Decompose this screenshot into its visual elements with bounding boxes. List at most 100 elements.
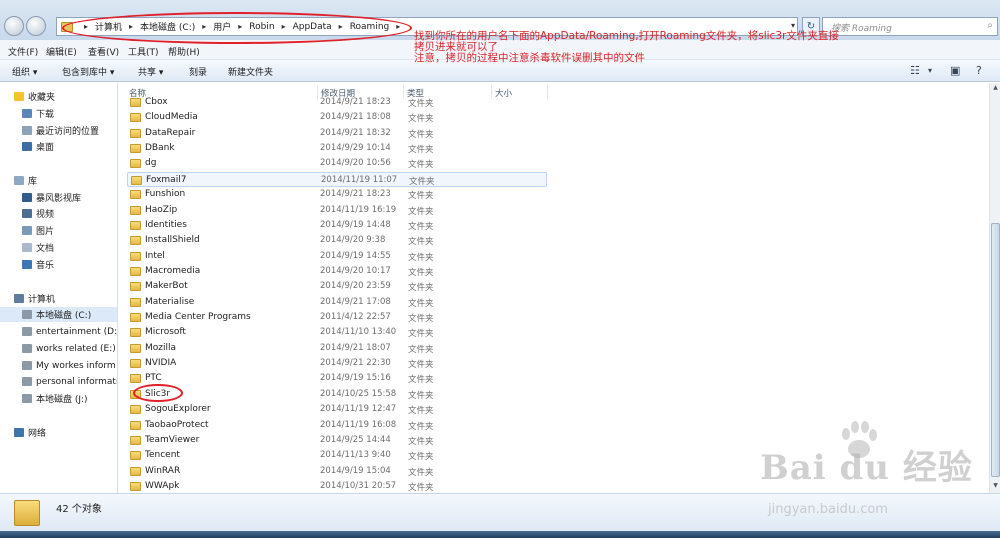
- file-date: 2014/9/20 10:17: [320, 265, 391, 276]
- file-row[interactable]: Tencent 2014/11/13 9:40 文件夹: [127, 448, 547, 463]
- file-row[interactable]: DBank 2014/9/29 10:14 文件夹: [127, 141, 547, 156]
- file-type: 文件夹: [409, 176, 435, 187]
- menu-edit[interactable]: 编辑(E): [46, 45, 77, 58]
- folder-icon: [130, 313, 141, 323]
- file-name: TeamViewer: [145, 434, 200, 445]
- organize-button[interactable]: 组织 ▾: [12, 65, 37, 78]
- file-row[interactable]: WWApk 2014/10/31 20:57 文件夹: [127, 479, 547, 493]
- file-row[interactable]: PTC 2014/9/19 15:16 文件夹: [127, 371, 547, 386]
- folder-icon: [130, 128, 141, 138]
- annotation-line-3: 注意，拷贝的过程中注意杀毒软件误删其中的文件: [414, 52, 645, 64]
- file-row[interactable]: CloudMedia 2014/9/21 18:08 文件夹: [127, 110, 547, 125]
- forward-button[interactable]: [26, 16, 46, 36]
- file-row[interactable]: TeamViewer 2014/9/25 14:44 文件夹: [127, 433, 547, 448]
- paw-logo-icon: [842, 421, 877, 458]
- folder-icon: [130, 451, 141, 461]
- file-row[interactable]: Materialise 2014/9/21 17:08 文件夹: [127, 295, 547, 310]
- file-type: 文件夹: [408, 390, 434, 401]
- folder-icon: [130, 435, 141, 445]
- help-icon[interactable]: ?: [976, 64, 982, 77]
- file-date: 2014/11/19 12:47: [320, 404, 397, 415]
- sidebar-item-network[interactable]: 网络: [14, 425, 46, 440]
- burn-button[interactable]: 刻录: [189, 65, 207, 78]
- menu-file[interactable]: 文件(F): [8, 45, 38, 58]
- document-icon: [22, 243, 32, 252]
- folder-icon: [130, 159, 141, 169]
- folder-icon: [130, 190, 141, 200]
- file-row[interactable]: Media Center Programs 2011/4/12 22:57 文件夹: [127, 310, 547, 325]
- sidebar-item-recent[interactable]: 最近访问的位置: [22, 123, 99, 138]
- file-row[interactable]: HaoZip 2014/11/19 16:19 文件夹: [127, 203, 547, 218]
- file-row[interactable]: Identities 2014/9/19 14:48 文件夹: [127, 218, 547, 233]
- menu-help[interactable]: 帮助(H): [168, 45, 200, 58]
- folder-icon: [130, 251, 141, 261]
- file-type: 文件夹: [408, 421, 434, 432]
- sidebar-item-video-library[interactable]: 暴风影视库: [22, 190, 81, 205]
- chevron-down-icon[interactable]: ▾: [791, 21, 795, 30]
- view-options-icon[interactable]: ☷: [910, 64, 920, 77]
- scroll-up-icon[interactable]: ▲: [991, 84, 1000, 94]
- sidebar-item-drive-g[interactable]: personal informati: [22, 374, 117, 389]
- scrollbar-thumb[interactable]: [991, 223, 1000, 477]
- file-row[interactable]: NVIDIA 2014/9/21 22:30 文件夹: [127, 356, 547, 371]
- sidebar-item-drive-f[interactable]: My workes inform: [22, 358, 116, 373]
- file-row[interactable]: DataRepair 2014/9/21 18:32 文件夹: [127, 126, 547, 141]
- scroll-down-icon[interactable]: ▼: [991, 482, 1000, 492]
- file-type: 文件夹: [408, 252, 434, 263]
- file-row[interactable]: Funshion 2014/9/21 18:23 文件夹: [127, 187, 547, 202]
- video-library-icon: [22, 193, 32, 202]
- file-row[interactable]: MakerBot 2014/9/20 23:59 文件夹: [127, 279, 547, 294]
- file-row[interactable]: dg 2014/9/20 10:56 文件夹: [127, 156, 547, 171]
- sidebar-item-documents[interactable]: 文档: [22, 240, 54, 255]
- folder-icon: [130, 266, 141, 276]
- file-name: MakerBot: [145, 281, 188, 292]
- file-row[interactable]: TaobaoProtect 2014/11/19 16:08 文件夹: [127, 418, 547, 433]
- sidebar-item-downloads[interactable]: 下载: [22, 106, 54, 121]
- sidebar-item-drive-c[interactable]: 本地磁盘 (C:): [0, 307, 117, 322]
- sidebar-item-favorites[interactable]: 收藏夹: [14, 89, 55, 104]
- file-name: Foxmail7: [146, 174, 187, 185]
- sidebar-item-drive-j[interactable]: 本地磁盘 (J:): [22, 391, 88, 406]
- file-row[interactable]: Mozilla 2014/9/21 18:07 文件夹: [127, 341, 547, 356]
- file-name: PTC: [145, 373, 162, 384]
- sidebar-item-videos[interactable]: 视频: [22, 206, 54, 221]
- sidebar-item-pictures[interactable]: 图片: [22, 223, 54, 238]
- menu-view[interactable]: 查看(V): [88, 45, 119, 58]
- folder-icon: [130, 328, 141, 338]
- vertical-scrollbar[interactable]: ▲ ▼: [989, 83, 1000, 493]
- include-in-library-button[interactable]: 包含到库中 ▾: [62, 65, 114, 78]
- sidebar-item-desktop[interactable]: 桌面: [22, 139, 54, 154]
- share-button[interactable]: 共享 ▾: [138, 65, 163, 78]
- chevron-down-icon[interactable]: ▾: [928, 66, 932, 75]
- folder-icon: [130, 420, 141, 430]
- sidebar-item-music[interactable]: 音乐: [22, 257, 54, 272]
- sidebar-item-drive-d[interactable]: entertainment (D:): [22, 324, 117, 339]
- file-row[interactable]: Slic3r 2014/10/25 15:58 文件夹: [127, 387, 547, 402]
- file-row[interactable]: Macromedia 2014/9/20 10:17 文件夹: [127, 264, 547, 279]
- file-row[interactable]: SogouExplorer 2014/11/19 12:47 文件夹: [127, 402, 547, 417]
- file-type: 文件夹: [408, 145, 434, 156]
- file-row[interactable]: Cbox 2014/9/21 18:23 文件夹: [127, 95, 547, 110]
- folder-icon: [130, 297, 141, 307]
- file-type: 文件夹: [408, 99, 434, 109]
- file-row[interactable]: InstallShield 2014/9/20 9:38 文件夹: [127, 233, 547, 248]
- file-name: dg: [145, 158, 157, 169]
- file-row[interactable]: Microsoft 2014/11/10 13:40 文件夹: [127, 325, 547, 340]
- back-button[interactable]: [4, 16, 24, 36]
- folder-icon: [130, 359, 141, 369]
- file-row[interactable]: WinRAR 2014/9/19 15:04 文件夹: [127, 464, 547, 479]
- file-row[interactable]: Intel 2014/9/19 14:55 文件夹: [127, 249, 547, 264]
- sidebar-item-computer[interactable]: 计算机: [14, 291, 55, 306]
- sidebar-item-libraries[interactable]: 库: [14, 173, 37, 188]
- folder-icon: [130, 374, 141, 384]
- file-row[interactable]: Foxmail7 2014/11/19 11:07 文件夹: [127, 171, 547, 187]
- sidebar-item-drive-e[interactable]: works related (E:): [22, 341, 116, 356]
- menu-tools[interactable]: 工具(T): [128, 45, 159, 58]
- search-input[interactable]: 搜索 Roaming ⌕: [822, 17, 998, 36]
- picture-icon: [22, 226, 32, 235]
- new-folder-button[interactable]: 新建文件夹: [228, 65, 273, 78]
- column-divider[interactable]: [547, 85, 548, 99]
- file-name: InstallShield: [145, 235, 200, 246]
- file-type: 文件夹: [408, 344, 434, 355]
- preview-pane-icon[interactable]: ▣: [950, 64, 960, 77]
